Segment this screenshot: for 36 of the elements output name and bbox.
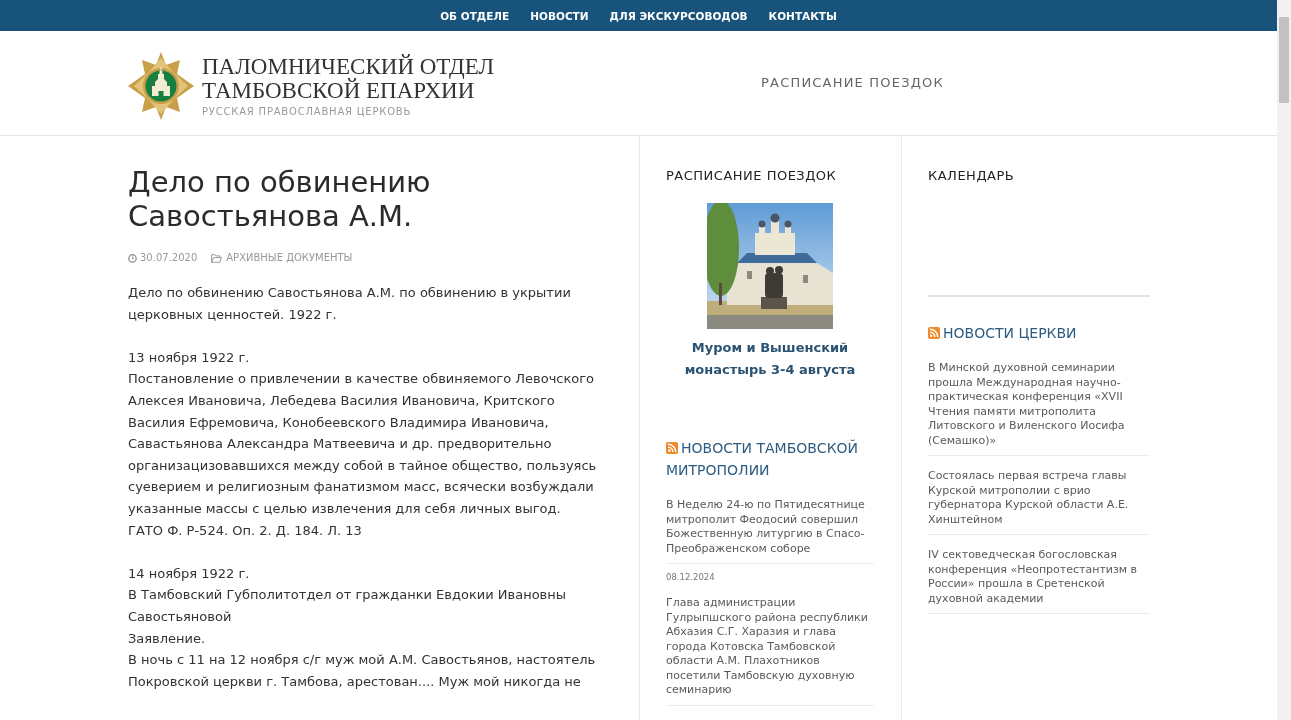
article-paragraph: 14 ноября 1922 г. — [128, 564, 251, 583]
site-tagline: РУССКАЯ ПРАВОСЛАВНАЯ ЦЕРКОВЬ — [202, 104, 413, 118]
post-date: 30.07.2020 — [140, 251, 198, 265]
news-link[interactable]: В Минской духовной семинарии прошла Международная научно-практическая конференция «XVII Чтения памяти митрополита Литовского и Виленского Иосифа (Семашко)» — [928, 361, 1150, 448]
emblem-icon[interactable] — [128, 52, 194, 120]
news-date: 08.12.2024 — [666, 572, 716, 582]
article-paragraph: Заявление. — [128, 629, 207, 648]
news-link[interactable]: Состоялась первая встреча главы Курской митрополии с врио губернатора Курской области А.Е. Хинштейном — [928, 469, 1150, 527]
site-title[interactable]: ПАЛОМНИЧЕСКИЙ ОТДЕЛ ТАМБОВСКОЙ ЕПАРХИИ — [202, 54, 532, 103]
scrollbar-thumb[interactable] — [1279, 17, 1289, 103]
article-paragraph: В ночь с 11 на 12 ноября с/г муж мой А.М. Савостьянов, настоятель Покровской церкви г. Тамбова, арестован.... Муж мой никогда не — [128, 651, 597, 691]
scrollbar[interactable] — [1277, 0, 1291, 720]
article-paragraph: ГАТО Ф. Р-524. Оп. 2. Д. 184. Л. 13 — [128, 521, 363, 540]
widget-title: РАСПИСАНИЕ ПОЕЗДОК — [666, 167, 838, 185]
news-link[interactable]: IV сектоведческая богословская конференция «Неопротестантизм в России» прошла в Сретенской духовной академии — [928, 548, 1150, 606]
feed-title-link[interactable]: НОВОСТИ ТАМБОВСКОЙ МИТРОПОЛИИ — [666, 437, 874, 481]
nav-link[interactable]: НОВОСТИ — [530, 8, 589, 23]
photo-placeholder[interactable] — [707, 203, 833, 329]
article-paragraph: 13 ноября 1922 г. — [128, 348, 251, 367]
nav-link[interactable]: КОНТАКТЫ — [768, 8, 837, 23]
nav-link[interactable]: ОБ ОТДЕЛЕ — [440, 8, 510, 23]
widget-title: КАЛЕНДАРЬ — [928, 167, 1016, 185]
clock-icon — [128, 253, 137, 263]
nav-link[interactable]: ДЛЯ ЭКСКУРСОВОДОВ — [609, 8, 748, 23]
rss-icon — [666, 442, 678, 454]
article-paragraph: Дело по обвинению Савостьянова А.М. по обвинению в укрытии церковных ценностей. 1922 г. — [128, 284, 572, 324]
article-paragraph: В Тамбовский Губполитотдел от гражданки Евдокии Ивановны Савостьяновой — [128, 586, 568, 626]
news-link[interactable]: Глава администрации Гулрыпшского района республики Абхазия С.Г. Харазия и глава города Котовска Тамбовской области А.М. Плахотников посетили Тамбовскую духовную семинарию — [666, 596, 874, 698]
feed-title-link[interactable]: НОВОСТИ ЦЕРКВИ — [928, 322, 1150, 344]
trip-link[interactable]: Муром и Вышенский монастырь 3-4 августа — [666, 337, 874, 381]
article-title: Дело по обвинению Савостьянова А.М. — [128, 165, 432, 233]
news-link[interactable]: В Неделю 24-ю по Пятидесятнице митрополит Феодосий совершил Божественную литургию в Спасо-Преображенском соборе — [666, 498, 874, 556]
folder-icon — [211, 253, 223, 263]
header-menu-link[interactable]: РАСПИСАНИЕ ПОЕЗДОК — [761, 74, 944, 92]
rss-icon — [928, 327, 940, 339]
article-paragraph: Постановление о привлечении в качестве обвиняемого Левочского Алексея Ивановича, Лебедева Василия Ивановича, Критского Василия Ефремовича, Конобеевского Владимира Ивановича, Савастьянова Александра Матвеевича и др. предворительно организацизовавшихся между собой в тайное общество, пользуясь суеверием и религиозным фанатизмом масс, всячески возбуждали указанные массы с целью извлечения для себя личных выгод. — [128, 370, 598, 518]
